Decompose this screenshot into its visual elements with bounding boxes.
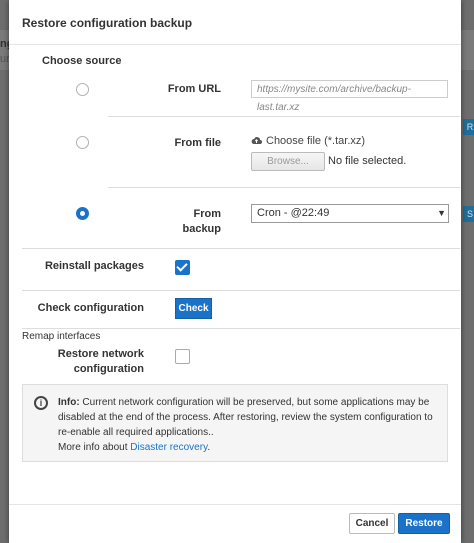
check-button[interactable]: Check: [175, 298, 212, 319]
cancel-button[interactable]: Cancel: [349, 513, 395, 534]
chevron-down-icon: ▼: [437, 208, 446, 218]
more-info-prefix: More info about: [58, 442, 131, 453]
radio-from-file[interactable]: [76, 136, 89, 149]
restore-network-label-line1: Restore network: [57, 348, 144, 360]
disaster-recovery-link[interactable]: Disaster recovery: [130, 442, 207, 453]
footer-divider: [9, 504, 461, 505]
divider: [108, 187, 460, 188]
backup-select-value: Cron - @22:49: [257, 207, 330, 219]
background-button: S: [463, 206, 474, 222]
info-message: Current network configuration will be pr…: [58, 397, 433, 438]
restore-network-checkbox[interactable]: [175, 349, 190, 364]
restore-backup-dialog: Restore configuration backup Choose sour…: [9, 0, 461, 543]
no-file-selected-text: No file selected.: [328, 155, 407, 167]
choose-source-label: Choose source: [42, 55, 122, 67]
remap-interfaces-label: Remap interfaces: [22, 331, 105, 342]
from-url-label: From URL: [167, 83, 221, 95]
divider: [22, 290, 460, 291]
backup-select[interactable]: Cron - @22:49 ▼: [251, 204, 449, 223]
choose-file-text: Choose file (*.tar.xz): [266, 135, 366, 147]
reinstall-packages-checkbox[interactable]: [175, 260, 190, 275]
more-info-suffix: .: [207, 442, 211, 453]
info-bold-label: Info:: [58, 397, 80, 408]
check-configuration-label: Check configuration: [37, 302, 144, 314]
restore-network-label-line2: configuration: [73, 363, 144, 375]
radio-from-url[interactable]: [76, 83, 89, 96]
from-backup-label-line2: backup: [182, 223, 221, 235]
background-button: R: [463, 119, 474, 135]
divider: [108, 116, 460, 117]
divider: [22, 328, 460, 329]
url-input[interactable]: https://mysite.com/archive/backup-last.t…: [251, 80, 448, 113]
info-text: Info: Current network configuration will…: [58, 395, 443, 455]
info-alert: i Info: Current network configuration wi…: [22, 384, 448, 462]
from-backup-label-line1: From: [193, 208, 222, 220]
divider: [22, 248, 460, 249]
dialog-header: Restore configuration backup: [9, 0, 461, 45]
from-file-label: From file: [174, 137, 221, 149]
restore-button[interactable]: Restore: [398, 513, 450, 534]
upload-cloud-icon: [251, 135, 262, 148]
info-icon: i: [34, 396, 48, 410]
dialog-title: Restore configuration backup: [22, 16, 193, 30]
radio-from-backup[interactable]: [76, 207, 89, 220]
browse-button[interactable]: Browse...: [251, 152, 325, 171]
reinstall-packages-label: Reinstall packages: [44, 260, 144, 272]
